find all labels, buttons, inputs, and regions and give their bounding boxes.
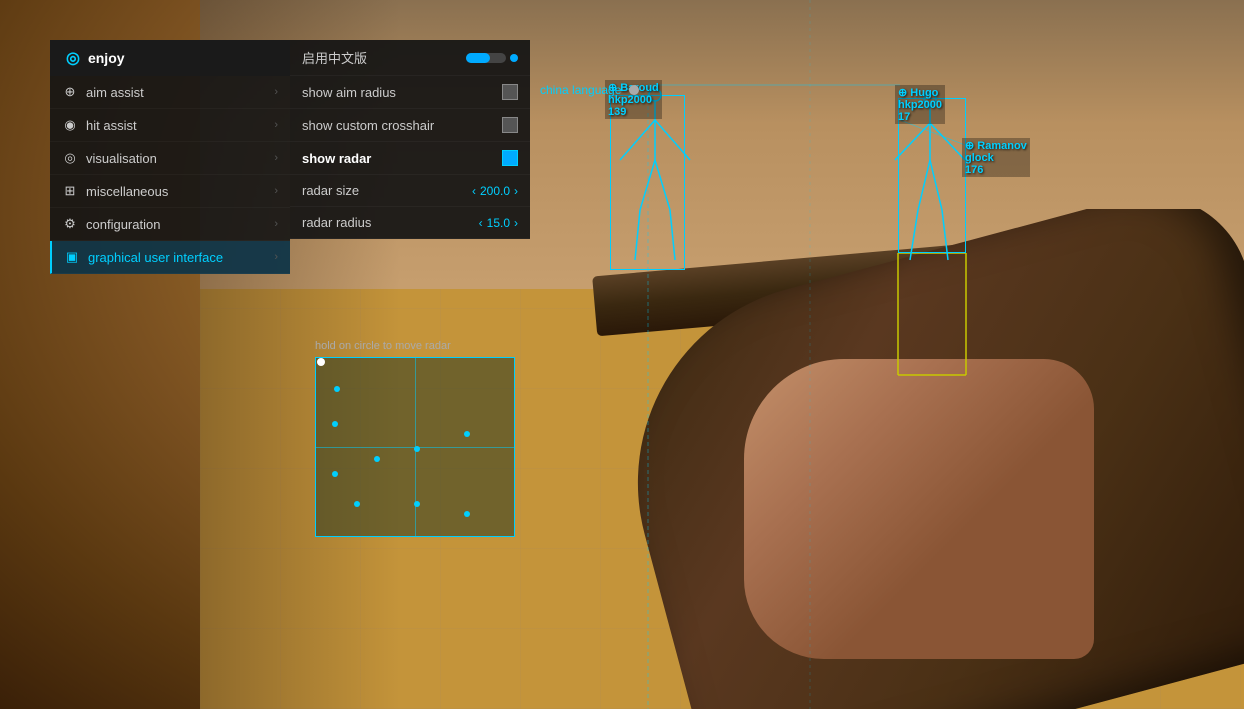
radar-box[interactable] [315,357,515,537]
sidebar-item-visualisation[interactable]: ◎ visualisation › [50,142,290,175]
radar-size-label: radar size [302,183,359,198]
right-submenu: 启用中文版 show aim radius show custom crossh… [290,40,530,239]
title-text: enjoy [88,50,125,66]
toggle-dot [510,54,518,62]
radar-dot [464,431,470,437]
china-lang-label: 启用中文版 [302,48,367,67]
show-custom-crosshair-toggle[interactable] [502,117,518,133]
show-radar-label: show radar [302,151,371,166]
submenu-item-show-aim-radius[interactable]: show aim radius [290,76,530,109]
radar-size-increase[interactable]: › [514,184,518,198]
hit-assist-arrow: › [274,119,278,131]
radar-size-control[interactable]: ‹ 200.0 › [472,184,518,198]
radar-size-decrease[interactable]: ‹ [472,184,476,198]
show-aim-radius-toggle[interactable] [502,84,518,100]
misc-label: miscellaneous [86,184,168,199]
sidebar-item-miscellaneous[interactable]: ⊞ miscellaneous › [50,175,290,208]
hand [744,359,1094,659]
china-language-label: china language [540,83,639,97]
sidebar-item-hit-assist[interactable]: ◉ hit assist › [50,109,290,142]
aim-assist-arrow: › [274,86,278,98]
esp-label-hugo: ⊕ Hugo hkp2000 17 [895,85,945,124]
radar-radius-increase[interactable]: › [514,216,518,230]
menu-panel: ◎ enjoy ⊕ aim assist › ◉ hit assist › ◎ … [50,40,290,274]
visualisation-icon: ◎ [62,150,78,166]
show-radar-toggle[interactable] [502,150,518,166]
show-aim-radius-label: show aim radius [302,85,396,100]
sidebar-item-configuration[interactable]: ⚙ configuration › [50,208,290,241]
radar-dot [332,471,338,477]
radar-radius-label: radar radius [302,215,371,230]
toggle-fill [466,53,490,63]
submenu-item-show-radar[interactable]: show radar [290,142,530,175]
misc-icon: ⊞ [62,183,78,199]
title-icon: ◎ [66,48,80,68]
aim-assist-label: aim assist [86,85,144,100]
radar-size-value: 200.0 [480,184,510,198]
radar-dot [334,386,340,392]
radar-dot [332,421,338,427]
gui-arrow: › [274,251,278,263]
gui-icon: ▣ [64,249,80,265]
menu-title: ◎ enjoy [50,40,290,76]
config-icon: ⚙ [62,216,78,232]
misc-arrow: › [274,185,278,197]
radar-dot [374,456,380,462]
radar-dot [414,446,420,452]
radar-radius-decrease[interactable]: ‹ [479,216,483,230]
radar-dot [464,511,470,517]
china-lang-toggle[interactable] [466,53,518,63]
visualisation-label: visualisation [86,151,157,166]
toggle-bar [466,53,506,63]
radar-move-handle[interactable] [317,358,325,366]
sidebar-item-aim-assist[interactable]: ⊕ aim assist › [50,76,290,109]
radar-dot [414,501,420,507]
radar-hint: hold on circle to move radar [315,340,515,352]
radar-container: hold on circle to move radar [315,340,515,537]
china-language-text: china language [540,83,621,97]
radar-radius-value: 15.0 [487,216,510,230]
config-arrow: › [274,218,278,230]
submenu-item-radar-size[interactable]: radar size ‹ 200.0 › [290,175,530,207]
aim-assist-icon: ⊕ [62,84,78,100]
gui-label: graphical user interface [88,250,223,265]
visualisation-arrow: › [274,152,278,164]
radar-radius-control[interactable]: ‹ 15.0 › [479,216,518,230]
radar-dot [354,501,360,507]
submenu-item-radar-radius[interactable]: radar radius ‹ 15.0 › [290,207,530,239]
hit-assist-icon: ◉ [62,117,78,133]
show-custom-crosshair-label: show custom crosshair [302,118,434,133]
left-nav: ⊕ aim assist › ◉ hit assist › ◎ visualis… [50,76,290,274]
hit-assist-label: hit assist [86,118,137,133]
config-label: configuration [86,217,160,232]
china-language-toggle[interactable] [629,85,639,95]
esp-label-ramanov: ⊕ Ramanov glock 176 [962,138,1030,177]
sidebar-item-graphical-user-interface[interactable]: ▣ graphical user interface › [50,241,290,274]
submenu-item-china-lang[interactable]: 启用中文版 [290,40,530,76]
submenu-item-show-custom-crosshair[interactable]: show custom crosshair [290,109,530,142]
